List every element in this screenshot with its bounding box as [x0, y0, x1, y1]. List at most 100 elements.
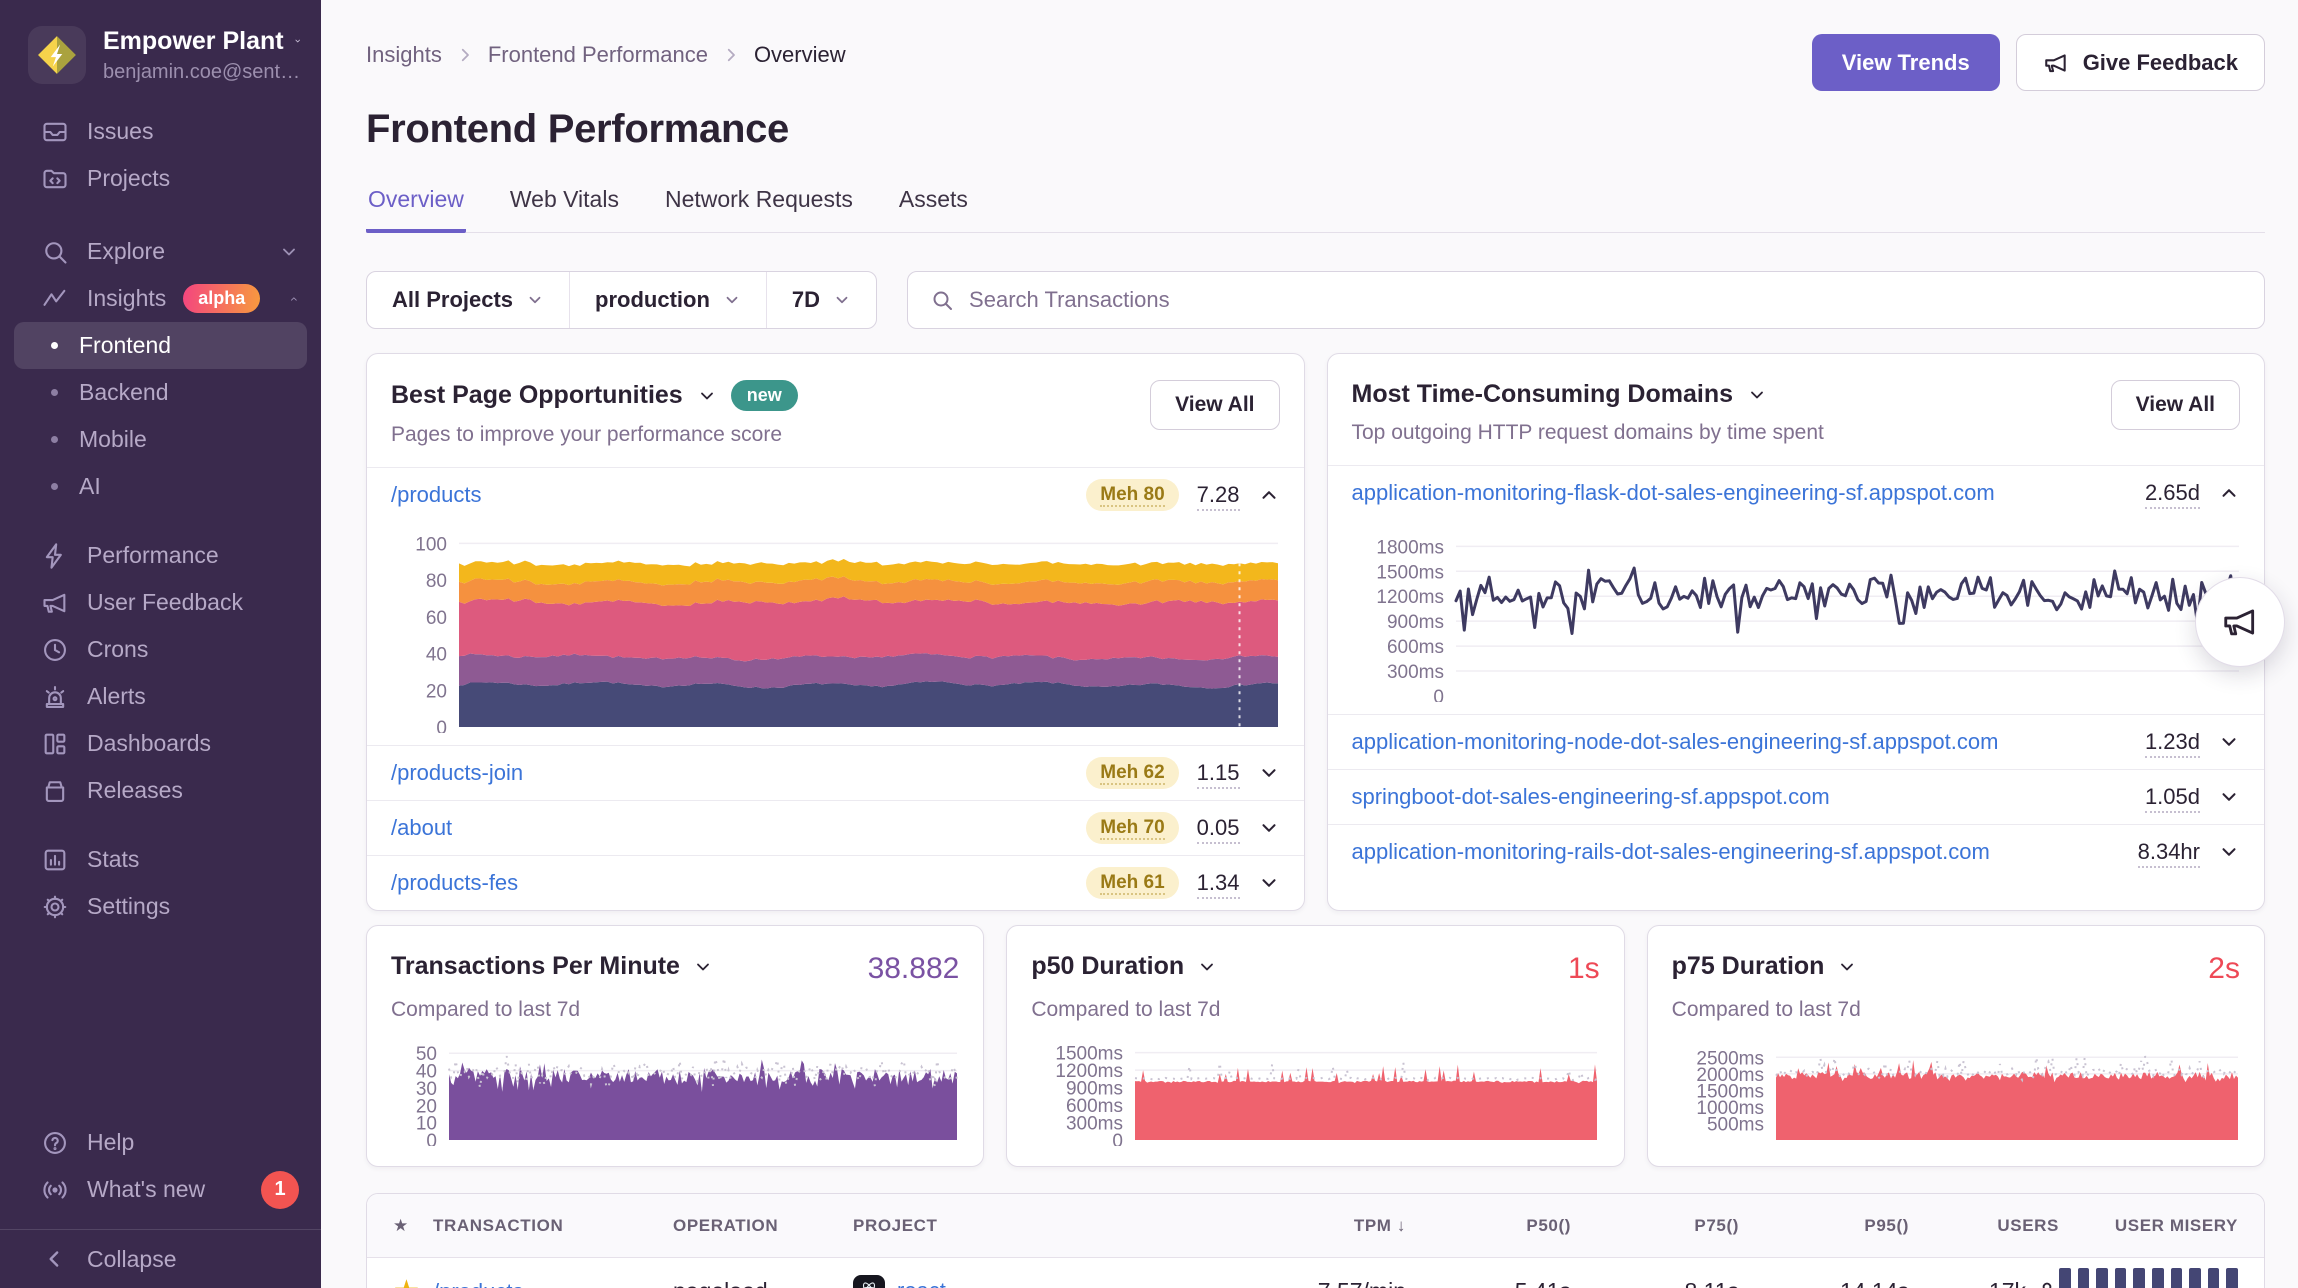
sidebar-item-stats[interactable]: Stats [0, 836, 321, 883]
view-all-button[interactable]: View All [1150, 380, 1279, 430]
project-cell[interactable]: react [853, 1275, 1236, 1288]
breadcrumb-frontend-performance[interactable]: Frontend Performance [488, 42, 708, 68]
org-logo-icon [36, 34, 78, 76]
dashboards-icon [40, 730, 70, 758]
view-all-button[interactable]: View All [2111, 380, 2240, 430]
chevron-up-icon[interactable] [2218, 482, 2240, 504]
opportunity-row[interactable]: /products Meh 80 7.28 [367, 467, 1304, 522]
chevron-down-icon [294, 31, 301, 51]
sidebar-item-frontend[interactable]: Frontend [14, 322, 307, 369]
date-range-filter[interactable]: 7D [766, 272, 876, 328]
chevron-up-icon[interactable] [1258, 484, 1280, 506]
project-filter[interactable]: All Projects [367, 272, 569, 328]
sidebar-item-mobile[interactable]: Mobile [0, 416, 321, 463]
col-operation[interactable]: OPERATION [673, 1216, 853, 1236]
org-switcher[interactable]: Empower Plant benjamin.coe@sent… [0, 22, 321, 108]
domain-row[interactable]: application-monitoring-flask-dot-sales-e… [1328, 465, 2265, 520]
help-icon [40, 1129, 70, 1157]
sidebar-item-explore[interactable]: Explore [0, 228, 321, 275]
operation-cell: pageload [673, 1278, 853, 1288]
sentry-org-logo [28, 26, 86, 84]
star-icon[interactable]: ★ [367, 1216, 433, 1236]
sidebar-item-projects[interactable]: Projects [0, 155, 321, 202]
domain-link[interactable]: application-monitoring-flask-dot-sales-e… [1352, 480, 1995, 506]
page-link[interactable]: /products [391, 482, 482, 508]
sidebar-item-insights[interactable]: Insights alpha [0, 275, 321, 322]
tab-network-requests[interactable]: Network Requests [663, 184, 855, 233]
chevron-down-icon[interactable] [2218, 786, 2240, 808]
domain-link[interactable]: application-monitoring-rails-dot-sales-e… [1352, 839, 1990, 865]
chevron-right-icon [722, 46, 740, 64]
p95-cell: 14.14s [1739, 1278, 1909, 1288]
sidebar-item-ai[interactable]: AI [0, 463, 321, 510]
chevron-down-icon[interactable] [1837, 957, 1857, 977]
project-link[interactable]: react [897, 1278, 946, 1288]
sidebar-item-releases[interactable]: Releases [0, 767, 321, 814]
domain-row[interactable]: application-monitoring-node-dot-sales-en… [1328, 714, 2265, 769]
page-link[interactable]: /products-fes [391, 870, 518, 896]
col-tpm-sorted[interactable]: TPM ↓ [1236, 1216, 1406, 1236]
time-consuming-domains-panel: Most Time-Consuming Domains Top outgoing… [1327, 353, 2266, 911]
sidebar-item-performance[interactable]: Performance [0, 532, 321, 579]
chevron-left-icon [40, 1246, 70, 1272]
chevron-down-icon[interactable] [1747, 385, 1767, 405]
opportunity-row[interactable]: /products-join Meh 62 1.15 [367, 745, 1304, 800]
sidebar-item-whats-new[interactable]: What's new 1 [0, 1166, 321, 1213]
domain-link[interactable]: springboot-dot-sales-engineering-sf.apps… [1352, 784, 1830, 810]
sidebar-item-settings[interactable]: Settings [0, 883, 321, 930]
col-user-misery[interactable]: USER MISERY [2059, 1216, 2264, 1236]
sidebar-item-user-feedback[interactable]: User Feedback [0, 579, 321, 626]
sidebar-item-backend[interactable]: Backend [0, 369, 321, 416]
col-p50[interactable]: P50() [1406, 1216, 1571, 1236]
search-transactions[interactable] [907, 271, 2265, 329]
col-p95[interactable]: P95() [1739, 1216, 1909, 1236]
search-input[interactable] [969, 287, 2242, 313]
chevron-down-icon[interactable] [2218, 841, 2240, 863]
opportunity-row[interactable]: /about Meh 70 0.05 [367, 800, 1304, 855]
tab-overview[interactable]: Overview [366, 184, 466, 233]
tpm-panel: Transactions Per Minute 38.882 Compared … [366, 925, 984, 1167]
domain-row[interactable]: application-monitoring-rails-dot-sales-e… [1328, 824, 2265, 879]
chevron-down-icon[interactable] [1258, 817, 1280, 839]
tab-assets[interactable]: Assets [897, 184, 970, 233]
domain-link[interactable]: application-monitoring-node-dot-sales-en… [1352, 729, 1999, 755]
page-link[interactable]: /about [391, 815, 452, 841]
time-spent-value: 1.23d [2145, 729, 2200, 755]
col-users[interactable]: USERS [1909, 1216, 2059, 1236]
domain-row[interactable]: springboot-dot-sales-engineering-sf.apps… [1328, 769, 2265, 824]
give-feedback-button[interactable]: Give Feedback [2016, 34, 2265, 91]
sidebar-collapse-button[interactable]: Collapse [0, 1230, 321, 1288]
col-transaction[interactable]: TRANSACTION [433, 1216, 673, 1236]
table-row[interactable]: ★ /products pageload react 7.57/min 5.41… [367, 1258, 2264, 1288]
p50-area-chart: 0300ms600ms900ms1200ms1500ms [1031, 1040, 1599, 1146]
sidebar-item-help[interactable]: Help [0, 1119, 321, 1166]
sidebar-item-crons[interactable]: Crons [0, 626, 321, 673]
svg-text:600ms: 600ms [1386, 637, 1443, 658]
tpm-cell: 7.57/min [1236, 1278, 1406, 1288]
megaphone-icon [2043, 50, 2069, 76]
tab-web-vitals[interactable]: Web Vitals [508, 184, 621, 233]
col-project[interactable]: PROJECT [853, 1216, 1236, 1236]
sidebar-item-dashboards[interactable]: Dashboards [0, 720, 321, 767]
page-link[interactable]: /products-join [391, 760, 523, 786]
chevron-down-icon[interactable] [1258, 762, 1280, 784]
chevron-down-icon[interactable] [2218, 731, 2240, 753]
clock-icon [40, 636, 70, 664]
issues-icon [40, 118, 70, 146]
sidebar-item-alerts[interactable]: Alerts [0, 673, 321, 720]
transaction-link[interactable]: /products [433, 1279, 524, 1288]
col-p75[interactable]: P75() [1571, 1216, 1739, 1236]
chevron-down-icon[interactable] [1197, 957, 1217, 977]
chevron-down-icon[interactable] [697, 386, 717, 406]
view-trends-button[interactable]: View Trends [1812, 34, 2000, 91]
svg-text:2500ms: 2500ms [1696, 1048, 1764, 1069]
svg-text:1500ms: 1500ms [1376, 562, 1444, 583]
breadcrumb-insights[interactable]: Insights [366, 42, 442, 68]
chevron-down-icon[interactable] [1258, 872, 1280, 894]
environment-filter[interactable]: production [569, 272, 766, 328]
chevron-down-icon[interactable] [693, 957, 713, 977]
floating-feedback-button[interactable] [2195, 577, 2285, 667]
opportunity-row[interactable]: /products-fes Meh 61 1.34 [367, 855, 1304, 910]
sidebar-item-issues[interactable]: Issues [0, 108, 321, 155]
favorite-star-icon[interactable]: ★ [367, 1274, 433, 1288]
